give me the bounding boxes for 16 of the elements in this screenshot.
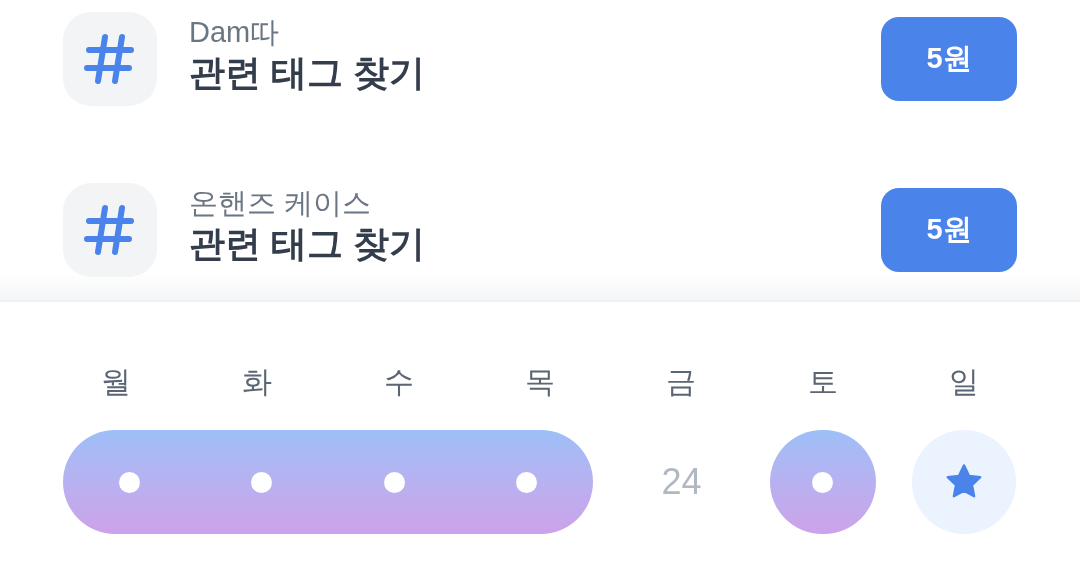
mission-title: 관련 태그 찾기 — [189, 222, 426, 266]
hashtag-icon — [63, 12, 157, 106]
hashtag-icon — [63, 183, 157, 277]
weekday-label: 금 — [666, 364, 697, 400]
reward-button[interactable]: 5원 — [881, 17, 1017, 101]
mission-title: 관련 태그 찾기 — [189, 51, 426, 95]
weekday-label: 토 — [807, 364, 838, 400]
date-number: 24 — [661, 460, 702, 504]
reward-button[interactable]: 5원 — [881, 188, 1017, 272]
weekday-label: 월 — [100, 364, 131, 400]
weekday-label: 목 — [525, 364, 555, 400]
brand-name: 온핸즈 케이스 — [189, 186, 373, 221]
weekday-label: 일 — [949, 364, 980, 400]
weekday-label: 수 — [383, 364, 414, 400]
weekday-label: 화 — [242, 364, 273, 400]
brand-name: Dam따 — [189, 15, 281, 50]
